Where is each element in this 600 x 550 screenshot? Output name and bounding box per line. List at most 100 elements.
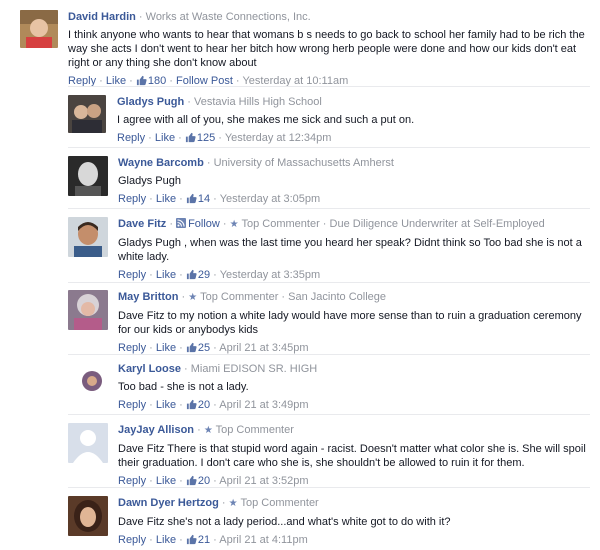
avatar-photo bbox=[68, 95, 106, 133]
comment-text: Gladys Pugh bbox=[118, 175, 181, 187]
like-link[interactable]: Like bbox=[156, 399, 176, 411]
commenter-meta: · Miami EDISON SR. HIGH bbox=[180, 363, 318, 375]
commenter-meta: · Works at Waste Connections, Inc. bbox=[135, 11, 311, 23]
reply-link[interactable]: Reply bbox=[118, 399, 146, 411]
like-link[interactable]: Like bbox=[156, 342, 176, 354]
divider bbox=[68, 487, 590, 488]
timestamp[interactable]: Yesterday at 12:34pm bbox=[225, 132, 332, 144]
default-avatar-icon bbox=[68, 423, 108, 463]
thumbs-up-icon bbox=[186, 342, 197, 353]
reply-link[interactable]: Reply bbox=[118, 475, 146, 487]
like-count[interactable]: 20 bbox=[186, 399, 210, 411]
like-count[interactable]: 20 bbox=[186, 475, 210, 487]
commenter-name[interactable]: May Britton bbox=[118, 291, 179, 303]
like-link[interactable]: Like bbox=[155, 132, 175, 144]
divider bbox=[68, 208, 590, 209]
thumbs-up-icon bbox=[186, 475, 197, 486]
avatar[interactable] bbox=[68, 496, 108, 536]
commenter-name[interactable]: Dawn Dyer Hertzog bbox=[118, 497, 219, 509]
divider bbox=[68, 414, 590, 415]
top-commenter-badge: Top Commenter bbox=[240, 497, 319, 509]
follow-link[interactable]: Follow bbox=[176, 218, 220, 230]
comment-actions: Reply · Like · 25 · April 21 at 3:45pm bbox=[118, 342, 309, 354]
comment-text: Dave Fitz she's not a lady period...and … bbox=[118, 516, 451, 528]
comment-gladys-pugh: Gladys Pugh · Vestavia Hills High School… bbox=[68, 95, 590, 144]
commenter-name[interactable]: Wayne Barcomb bbox=[118, 157, 204, 169]
thumbs-up-icon bbox=[186, 193, 197, 204]
timestamp[interactable]: Yesterday at 3:05pm bbox=[220, 193, 321, 205]
like-link[interactable]: Like bbox=[156, 193, 176, 205]
avatar[interactable] bbox=[80, 369, 104, 393]
star-icon: ★ bbox=[228, 498, 238, 509]
timestamp[interactable]: April 21 at 4:11pm bbox=[219, 534, 307, 546]
divider bbox=[68, 86, 590, 87]
comment-text: Dave Fitz to my notion a white lady woul… bbox=[118, 310, 582, 336]
avatar-photo bbox=[68, 156, 108, 196]
comment-actions: Reply · Like · 125 · Yesterday at 12:34p… bbox=[117, 132, 332, 144]
timestamp[interactable]: April 21 at 3:49pm bbox=[219, 399, 308, 411]
commenter-meta: · San Jacinto College bbox=[278, 291, 386, 303]
thumbs-up-icon bbox=[136, 75, 147, 86]
comment-actions: Reply · Like · 20 · April 21 at 3:49pm bbox=[118, 399, 309, 411]
comment-dawn-dyer-hertzog: Dawn Dyer Hertzog · ★ Top Commenter Dave… bbox=[68, 496, 590, 546]
thumbs-up-icon bbox=[186, 534, 197, 545]
thumbs-up-icon bbox=[186, 399, 197, 410]
avatar[interactable] bbox=[68, 217, 108, 257]
like-count[interactable]: 125 bbox=[185, 132, 215, 144]
commenter-meta: · Due Diligence Underwriter at Self-Empl… bbox=[319, 218, 545, 230]
avatar[interactable] bbox=[68, 290, 108, 330]
comment-text: I agree with all of you, she makes me si… bbox=[117, 114, 415, 126]
reply-link[interactable]: Reply bbox=[118, 269, 146, 281]
top-commenter-badge: Top Commenter bbox=[215, 424, 294, 436]
commenter-name[interactable]: Gladys Pugh bbox=[117, 96, 184, 108]
comment-jayjay-allison: JayJay Allison · ★ Top Commenter Dave Fi… bbox=[68, 423, 590, 487]
like-link[interactable]: Like bbox=[156, 534, 176, 546]
avatar-photo bbox=[68, 496, 108, 536]
comment-text: Too bad - she is not a lady. bbox=[118, 381, 249, 393]
comment-karyl-loose: Karyl Loose · Miami EDISON SR. HIGH Too … bbox=[68, 362, 590, 411]
avatar-photo bbox=[80, 369, 104, 393]
rss-icon bbox=[176, 218, 187, 228]
comment-wayne-barcomb: Wayne Barcomb · University of Massachuse… bbox=[68, 156, 590, 205]
comment-actions: Reply · Like · 14 · Yesterday at 3:05pm bbox=[118, 193, 321, 205]
reply-link[interactable]: Reply bbox=[118, 342, 146, 354]
comment-actions: Reply · Like · 21 · April 21 at 4:11pm bbox=[118, 534, 308, 546]
avatar[interactable] bbox=[20, 10, 58, 48]
star-icon: ★ bbox=[229, 219, 239, 230]
avatar-photo bbox=[20, 10, 58, 48]
comment-actions: Reply · Like · 29 · Yesterday at 3:35pm bbox=[118, 269, 321, 281]
comment-text: Dave Fitz There is that stupid word agai… bbox=[118, 443, 586, 469]
divider bbox=[68, 354, 590, 355]
commenter-name[interactable]: David Hardin bbox=[68, 11, 136, 23]
like-link[interactable]: Like bbox=[156, 269, 176, 281]
star-icon: ★ bbox=[188, 292, 198, 303]
timestamp[interactable]: April 21 at 3:52pm bbox=[219, 475, 308, 487]
comment-text: I think anyone who wants to hear that wo… bbox=[68, 29, 585, 69]
divider bbox=[68, 282, 590, 283]
like-count[interactable]: 25 bbox=[186, 342, 210, 354]
reply-link[interactable]: Reply bbox=[118, 193, 146, 205]
top-commenter-badge: Top Commenter bbox=[241, 218, 320, 230]
reply-link[interactable]: Reply bbox=[118, 534, 146, 546]
like-count[interactable]: 29 bbox=[186, 269, 210, 281]
divider bbox=[68, 147, 590, 148]
timestamp[interactable]: April 21 at 3:45pm bbox=[219, 342, 308, 354]
reply-link[interactable]: Reply bbox=[117, 132, 145, 144]
like-link[interactable]: Like bbox=[156, 475, 176, 487]
comment-may-britton: May Britton · ★ Top Commenter · San Jaci… bbox=[68, 290, 590, 354]
like-count[interactable]: 14 bbox=[186, 193, 210, 205]
like-count[interactable]: 21 bbox=[186, 534, 210, 546]
comment-thread: David Hardin · Works at Waste Connection… bbox=[0, 0, 600, 550]
star-icon: ★ bbox=[203, 425, 213, 436]
timestamp[interactable]: Yesterday at 3:35pm bbox=[220, 269, 321, 281]
avatar-photo bbox=[68, 290, 108, 330]
top-commenter-badge: Top Commenter bbox=[200, 291, 279, 303]
comment-text: Gladys Pugh , when was the last time you… bbox=[118, 237, 582, 263]
avatar[interactable] bbox=[68, 156, 108, 196]
commenter-name[interactable]: Karyl Loose bbox=[118, 363, 181, 375]
avatar[interactable] bbox=[68, 95, 106, 133]
commenter-name[interactable]: JayJay Allison bbox=[118, 424, 194, 436]
commenter-name[interactable]: Dave Fitz bbox=[118, 218, 166, 230]
comment-dave-fitz: Dave Fitz · Follow · ★ Top Commenter · D… bbox=[68, 217, 590, 281]
avatar[interactable] bbox=[68, 423, 108, 463]
